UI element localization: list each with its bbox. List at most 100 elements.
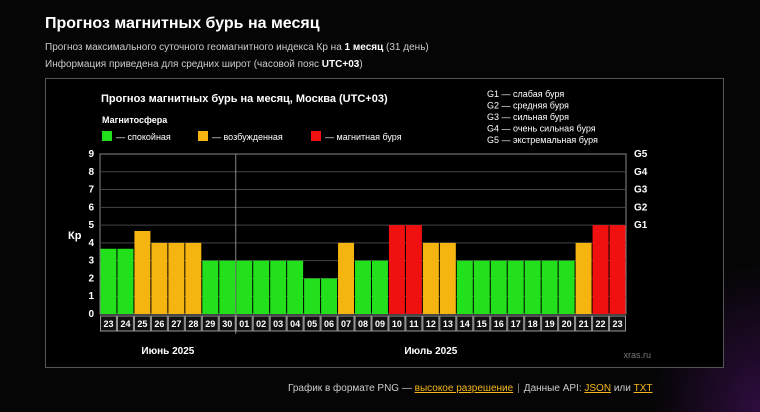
y-tick-label: 4 [88, 238, 94, 249]
x-tick-label: 02 [256, 319, 266, 329]
or-text: или [611, 383, 634, 394]
kp-forecast-chart: Прогноз магнитных бурь на месяц, Москва … [45, 78, 724, 368]
kp-bar [253, 260, 270, 314]
kp-bar [185, 242, 202, 314]
high-resolution-link[interactable]: высокое разрешение [415, 383, 514, 394]
kp-bar [168, 242, 185, 314]
x-tick-label: 16 [494, 319, 504, 329]
kp-bar [405, 225, 422, 314]
legend-label: — спокойная [116, 132, 171, 142]
x-tick-label: 21 [579, 319, 589, 329]
api-text: Данные API: [523, 383, 585, 394]
footer: График в формате PNG — высокое разрешени… [288, 383, 653, 394]
x-tick-label: 30 [222, 319, 232, 329]
x-tick-label: 11 [409, 319, 419, 329]
x-tick-label: 19 [545, 319, 555, 329]
g-scale-legend-item: G2 — средняя буря [487, 101, 569, 111]
kp-bar [558, 260, 575, 314]
x-tick-label: 09 [375, 319, 385, 329]
x-tick-label: 20 [562, 319, 572, 329]
kp-bar [151, 242, 168, 314]
kp-bar [609, 225, 626, 314]
legend-label: — магнитная буря [325, 132, 402, 142]
x-tick-label: 24 [120, 319, 130, 329]
chart-svg: Прогноз магнитных бурь на месяц, Москва … [68, 89, 651, 360]
kp-bar [592, 225, 609, 314]
y-tick-label: 8 [88, 167, 94, 178]
kp-bar [236, 260, 253, 314]
y-tick-label: 2 [88, 273, 94, 284]
txt-link[interactable]: TXT [634, 383, 653, 394]
chart-title: Прогноз магнитных бурь на месяц, Москва … [101, 93, 388, 105]
x-tick-label: 23 [103, 319, 113, 329]
x-tick-label: 07 [341, 319, 351, 329]
x-tick-label: 29 [205, 319, 215, 329]
footer-separator: | [517, 383, 520, 394]
description-period: 1 месяц [344, 42, 384, 53]
x-tick-label: 23 [613, 319, 623, 329]
legend-swatch [102, 131, 112, 141]
y-tick-label: 7 [88, 185, 94, 196]
png-format-text: График в формате PNG — [288, 383, 415, 394]
kp-bar [117, 248, 134, 314]
g-scale-legend-item: G3 — сильная буря [487, 112, 569, 122]
kp-bar [524, 260, 541, 314]
watermark: xras.ru [623, 350, 651, 360]
x-tick-label: 05 [307, 319, 317, 329]
x-tick-label: 08 [358, 319, 368, 329]
x-tick-label: 14 [460, 319, 470, 329]
g-scale-legend-item: G1 — слабая буря [487, 89, 564, 99]
description-days: (31 день) [383, 42, 429, 53]
y-axis-label: Кр [68, 230, 82, 242]
x-tick-label: 12 [426, 319, 436, 329]
kp-bar [287, 260, 304, 314]
x-tick-label: 18 [528, 319, 538, 329]
latitude-note-end: ) [359, 59, 363, 70]
kp-bar [490, 260, 507, 314]
kp-bar [202, 260, 219, 314]
kp-bar [456, 260, 473, 314]
kp-bar [338, 242, 355, 314]
x-tick-label: 01 [239, 319, 249, 329]
legend-swatch [311, 131, 321, 141]
x-tick-label: 26 [154, 319, 164, 329]
kp-bar [134, 230, 151, 314]
g-scale-legend-item: G4 — очень сильная буря [487, 124, 596, 134]
page-title: Прогноз магнитных бурь на месяц [45, 15, 320, 32]
latitude-note: Информация приведена для средних широт (… [45, 59, 363, 70]
x-tick-label: 15 [477, 319, 487, 329]
kp-bar [270, 260, 287, 314]
x-tick-label: 13 [443, 319, 453, 329]
g-scale-legend-item: G5 — экстремальная буря [487, 135, 598, 145]
x-tick-label: 17 [511, 319, 521, 329]
kp-bar [371, 260, 388, 314]
x-tick-label: 03 [273, 319, 283, 329]
g-level-label: G1 [634, 220, 648, 231]
kp-bar [355, 260, 371, 314]
latitude-note-text: Информация приведена для средних широт (… [45, 59, 322, 70]
g-level-label: G2 [634, 202, 648, 213]
y-tick-label: 1 [88, 291, 94, 302]
g-level-label: G3 [634, 185, 648, 196]
month-label: Июль 2025 [404, 346, 457, 357]
kp-bar [388, 225, 405, 314]
json-link[interactable]: JSON [584, 383, 611, 394]
y-tick-label: 3 [88, 256, 94, 267]
legend-label: — возбужденная [212, 132, 283, 142]
x-tick-label: 06 [324, 319, 334, 329]
y-tick-label: 0 [88, 309, 94, 320]
kp-bar [219, 260, 236, 314]
kp-bar [541, 260, 558, 314]
legend-swatch [198, 131, 208, 141]
forecast-description: Прогноз максимального суточного геомагни… [45, 42, 429, 53]
timezone-value: UTC+03 [321, 59, 360, 70]
x-tick-label: 25 [137, 319, 147, 329]
description-text: Прогноз максимального суточного геомагни… [45, 42, 345, 53]
y-tick-label: 6 [88, 202, 94, 213]
kp-bar [507, 260, 524, 314]
x-tick-label: 28 [188, 319, 198, 329]
y-tick-label: 5 [88, 220, 94, 231]
g-level-label: G5 [634, 149, 648, 160]
kp-bar [304, 278, 321, 314]
kp-bar [321, 278, 338, 314]
